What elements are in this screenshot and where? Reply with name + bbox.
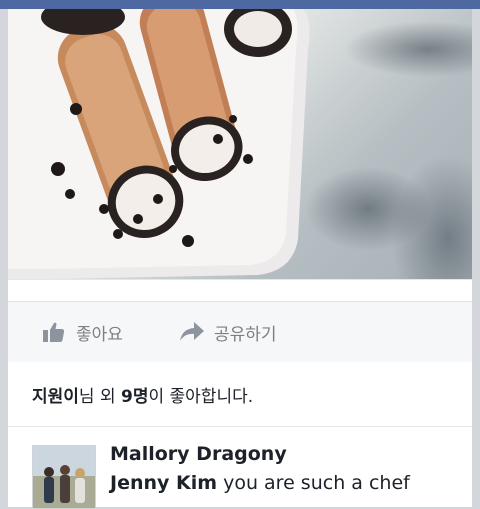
top-nav-bar <box>0 0 480 9</box>
liker-name[interactable]: 지원이 <box>32 387 79 407</box>
comment-text: Jenny Kim you are such a chef <box>110 472 410 494</box>
likes-text: 지원이님 외 9명이 좋아합니다. <box>32 382 253 407</box>
photo-spacer <box>8 279 472 302</box>
commenter-name[interactable]: Mallory Dragony <box>110 443 287 465</box>
cannoli-photo-illustration <box>8 9 310 279</box>
commenter-avatar[interactable] <box>32 445 96 509</box>
comment-item: Mallory Dragony Jenny Kim you are such a… <box>8 427 472 509</box>
post-card: 좋아요 공유하기 지원이님 외 9명이 좋아합니다. Mallory Drago… <box>8 9 472 509</box>
post-photo[interactable] <box>8 9 472 279</box>
likes-summary[interactable]: 지원이님 외 9명이 좋아합니다. <box>8 362 472 427</box>
share-arrow-icon <box>180 320 204 344</box>
likes-count[interactable]: 9명 <box>121 387 148 407</box>
comment-message: you are such a chef <box>217 472 410 494</box>
share-label: 공유하기 <box>214 324 277 345</box>
post-actions-bar: 좋아요 공유하기 <box>8 301 472 363</box>
thumbs-up-icon <box>42 320 66 344</box>
like-label: 좋아요 <box>76 324 123 345</box>
comment-mention[interactable]: Jenny Kim <box>110 472 217 494</box>
likes-suffix-1: 님 외 <box>78 386 122 407</box>
avatar-photo-illustration <box>33 446 95 508</box>
likes-suffix-2: 이 좋아합니다. <box>148 386 254 407</box>
share-button[interactable]: 공유하기 <box>180 302 277 362</box>
like-button[interactable]: 좋아요 <box>42 302 123 362</box>
